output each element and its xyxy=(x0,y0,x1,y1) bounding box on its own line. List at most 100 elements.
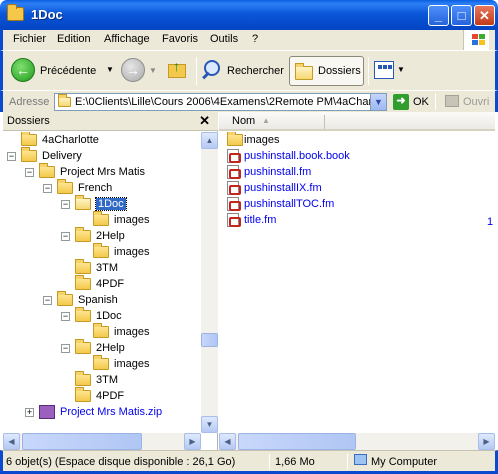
framemaker-file-icon xyxy=(227,197,241,211)
name-column-label: Nom xyxy=(232,115,256,127)
address-bar: Adresse E:\0Clients\Lille\Cours 2006\4Ex… xyxy=(0,90,498,112)
tree-item[interactable]: − Spanish xyxy=(3,291,201,308)
status-size: 1,66 Mo xyxy=(275,456,315,468)
collapse-icon[interactable]: − xyxy=(61,232,70,241)
up-folder-button[interactable]: ↑ xyxy=(166,58,190,82)
scroll-thumb[interactable] xyxy=(22,433,142,450)
tree-item[interactable]: images xyxy=(3,323,201,340)
close-button[interactable]: ✕ xyxy=(474,5,495,26)
file-row[interactable]: pushinstallTOC.fm xyxy=(225,196,475,212)
forward-dropdown-icon[interactable]: ▼ xyxy=(149,66,157,75)
menu-affichage[interactable]: Affichage xyxy=(104,33,150,45)
tree-item[interactable]: − 1Doc xyxy=(3,307,201,324)
tree-horizontal-scrollbar[interactable]: ◀ ▶ xyxy=(3,433,201,450)
truncated-column-value: 1 xyxy=(487,216,494,228)
tree-item[interactable]: 3TM xyxy=(3,371,201,388)
address-input[interactable]: E:\0Clients\Lille\Cours 2006\4Examens\2R… xyxy=(54,93,387,111)
folders-pane-title: Dossiers xyxy=(7,115,50,127)
scroll-right-icon[interactable]: ▶ xyxy=(478,433,495,450)
collapse-icon[interactable]: − xyxy=(43,184,52,193)
file-row[interactable]: pushinstall.book.book xyxy=(225,148,475,164)
framemaker-file-icon xyxy=(227,181,241,195)
tree-item[interactable]: − French xyxy=(3,179,201,196)
back-arrow-icon: ← xyxy=(11,58,35,82)
collapse-icon[interactable]: − xyxy=(43,296,52,305)
folder-icon xyxy=(75,259,91,274)
tree-item-zip[interactable]: + Project Mrs Matis.zip xyxy=(3,404,201,420)
scroll-thumb[interactable] xyxy=(201,333,218,347)
search-button[interactable]: Rechercher xyxy=(200,55,284,85)
tree-item[interactable]: 3TM xyxy=(3,259,201,276)
tree-item-label: 3TM xyxy=(96,374,118,386)
menu-outils[interactable]: Outils xyxy=(210,33,238,45)
file-list: images pushinstall.book.book pushinstall.f… xyxy=(219,132,495,430)
collapse-icon[interactable]: − xyxy=(61,344,70,353)
file-row[interactable]: pushinstall.fm xyxy=(225,164,475,180)
folders-button[interactable]: Dossiers xyxy=(289,56,364,86)
menu-favoris[interactable]: Favoris xyxy=(162,33,198,45)
folder-icon xyxy=(57,179,73,194)
go-button[interactable]: OK xyxy=(413,96,429,108)
tree-item[interactable]: 4PDF xyxy=(3,275,201,292)
folder-icon xyxy=(93,243,109,258)
address-label: Adresse xyxy=(9,96,50,108)
scroll-left-icon[interactable]: ◀ xyxy=(3,433,20,450)
back-button[interactable]: ← Précédente ▼ xyxy=(9,55,117,85)
expand-icon[interactable]: + xyxy=(25,408,34,417)
folder-icon xyxy=(93,211,109,226)
back-dropdown-icon[interactable]: ▼ xyxy=(106,65,114,74)
scroll-down-icon[interactable]: ▼ xyxy=(201,416,218,433)
folders-pane: Dossiers ✕ 4aCharlotte − Delivery − Project … xyxy=(3,112,218,450)
tree-item[interactable]: − 2Help xyxy=(3,339,201,356)
collapse-icon[interactable]: − xyxy=(7,152,16,161)
tree-item-label: images xyxy=(114,358,150,370)
close-pane-icon[interactable]: ✕ xyxy=(199,113,210,129)
tree-item[interactable]: images xyxy=(3,355,201,372)
address-path: E:\0Clients\Lille\Cours 2006\4Examens\2R… xyxy=(75,96,371,108)
go-arrow-icon[interactable]: ➜ xyxy=(393,94,409,110)
menu-edition[interactable]: Edition xyxy=(57,33,91,45)
scroll-right-icon[interactable]: ▶ xyxy=(184,433,201,450)
address-dropdown-icon[interactable]: ▼ xyxy=(370,94,386,110)
tree-item-label: images xyxy=(114,246,150,258)
tree-vertical-scrollbar[interactable]: ▲ ▼ xyxy=(201,132,218,433)
file-row[interactable]: pushinstallIX.fm xyxy=(225,180,475,196)
framemaker-file-icon xyxy=(227,213,241,227)
file-row[interactable]: images xyxy=(225,132,475,148)
tree-item[interactable]: 4PDF xyxy=(3,387,201,404)
name-column-header[interactable]: Nom ▲ xyxy=(219,112,495,131)
collapse-icon[interactable]: − xyxy=(61,200,70,209)
scroll-left-icon[interactable]: ◀ xyxy=(219,433,236,450)
tree-item-label: 1Doc xyxy=(96,310,122,322)
tree-item[interactable]: 4aCharlotte xyxy=(3,132,201,148)
open-button[interactable]: Ouvri xyxy=(463,96,489,108)
tree-item-label: 1Doc xyxy=(95,197,127,211)
file-row[interactable]: title.fm xyxy=(225,212,475,228)
views-button[interactable]: ▼ xyxy=(372,58,406,82)
folder-icon xyxy=(21,132,37,146)
tree-item[interactable]: images xyxy=(3,211,201,228)
menu-bar: Fichier Edition Affichage Favoris Outils… xyxy=(0,30,498,50)
tree-item[interactable]: − Delivery xyxy=(3,147,201,164)
open-folder-icon xyxy=(75,195,91,210)
sort-ascending-icon: ▲ xyxy=(262,116,270,125)
maximize-button[interactable]: □ xyxy=(451,5,472,26)
file-name: pushinstallTOC.fm xyxy=(244,198,335,210)
scroll-up-icon[interactable]: ▲ xyxy=(201,132,218,149)
content-area: Dossiers ✕ 4aCharlotte − Delivery − Project … xyxy=(3,112,495,450)
tree-item[interactable]: − 2Help xyxy=(3,227,201,244)
menu-help[interactable]: ? xyxy=(252,33,258,45)
collapse-icon[interactable]: − xyxy=(61,312,70,321)
files-horizontal-scrollbar[interactable]: ◀ ▶ xyxy=(219,433,495,450)
scroll-thumb[interactable] xyxy=(238,433,356,450)
folder-icon xyxy=(75,339,91,354)
menu-fichier[interactable]: Fichier xyxy=(13,33,46,45)
tree-item[interactable]: − 1Doc xyxy=(3,195,201,212)
tree-item[interactable]: images xyxy=(3,243,201,260)
collapse-icon[interactable]: − xyxy=(25,168,34,177)
minimize-button[interactable]: _ xyxy=(428,5,449,26)
forward-button[interactable]: → xyxy=(121,58,145,82)
window-title: 1Doc xyxy=(31,7,63,22)
tree-item[interactable]: − Project Mrs Matis xyxy=(3,163,201,180)
title-bar[interactable]: 1Doc _ □ ✕ xyxy=(0,0,498,30)
